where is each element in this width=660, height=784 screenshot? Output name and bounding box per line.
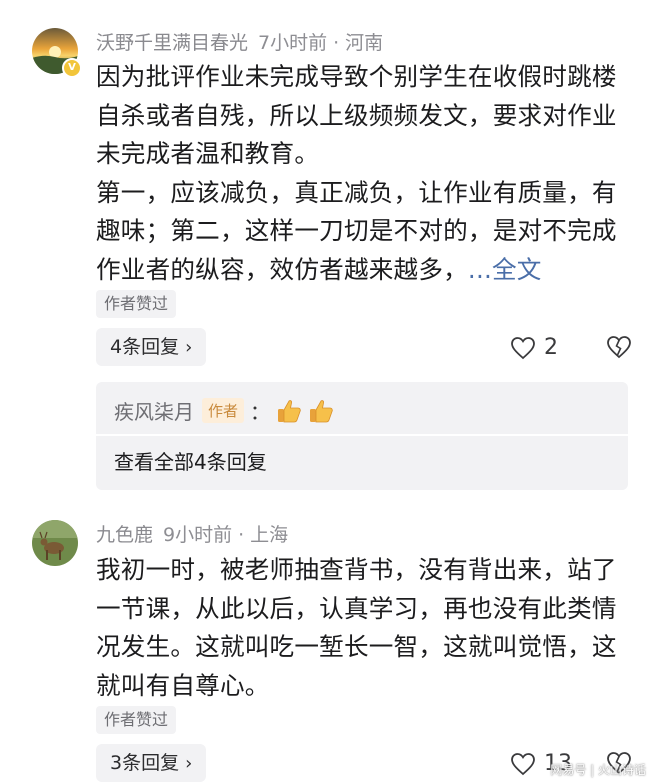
avatar[interactable] — [32, 520, 78, 566]
reply-count-label: 3条回复 — [110, 752, 180, 774]
reply-preview-box[interactable]: 疾风柒月 作者 ： 查看全部4条回复 — [96, 382, 628, 490]
replies-button[interactable]: 4条回复 › — [96, 328, 207, 366]
like-count: 2 — [544, 335, 558, 360]
reply-preview-line: 疾风柒月 作者 ： — [114, 396, 340, 425]
separator-dot: · — [238, 524, 245, 546]
comment-text[interactable]: 因为批评作业未完成导致个别学生在收假时跳楼自杀或者自残，所以上级频频发文，要求对… — [96, 58, 636, 289]
comment-meta: 沃野千里满目春光 7小时前 · 河南 — [96, 28, 383, 55]
watermark: 网易号 | 火山诗话 — [550, 763, 646, 777]
see-all-replies-link[interactable]: 查看全部4条回复 — [114, 446, 267, 475]
timestamp: 9小时前 — [163, 524, 233, 546]
heart-outline-icon — [511, 336, 535, 359]
comment-meta: 九色鹿 9小时前 · 上海 — [96, 520, 288, 547]
paragraph: 因为批评作业未完成导致个别学生在收假时跳楼自杀或者自残，所以上级频频发文，要求对… — [96, 62, 617, 168]
paragraph: 第一，应该减负，真正减负，让作业有质量，有趣味；第二，这样一刀切是不对的，是对不… — [96, 177, 617, 284]
comment-2: 九色鹿 9小时前 · 上海 我初一时，被老师抽查背书，没有背出来，站了一节课，从此以后… — [0, 500, 660, 784]
heart-outline-icon — [511, 752, 535, 775]
thumbs-up-emoji — [308, 398, 334, 424]
separator-dot: · — [333, 32, 340, 54]
chevron-right-icon: › — [185, 337, 193, 358]
comment-text[interactable]: 我初一时，被老师抽查背书，没有背出来，站了一节课，从此以后，认真学习，再也没有此… — [96, 551, 636, 705]
verified-badge: V — [62, 58, 82, 78]
expand-full-text-link[interactable]: ...全文 — [468, 255, 542, 284]
deer-avatar-image — [32, 520, 78, 566]
chevron-right-icon: › — [185, 753, 193, 774]
replies-button[interactable]: 3条回复 › — [96, 744, 207, 782]
reply-user-name[interactable]: 疾风柒月 — [114, 396, 194, 425]
user-name[interactable]: 九色鹿 — [96, 524, 153, 546]
paragraph: 我初一时，被老师抽查背书，没有背出来，站了一节课，从此以后，认真学习，再也没有此… — [96, 555, 617, 700]
colon: ： — [250, 400, 271, 424]
author-tag: 作者 — [202, 398, 245, 423]
author-liked-tag: 作者赞过 — [96, 290, 177, 318]
dislike-button[interactable] — [606, 335, 632, 359]
timestamp: 7小时前 — [258, 32, 328, 54]
reply-count-label: 4条回复 — [110, 336, 180, 358]
like-button[interactable]: 2 — [510, 335, 558, 360]
divider — [96, 434, 628, 436]
location: 河南 — [345, 32, 384, 54]
author-liked-tag: 作者赞过 — [96, 706, 177, 734]
thumbs-up-emoji — [276, 398, 302, 424]
comment-1: V 沃野千里满目春光 7小时前 · 河南 因为批评作业未完成导致个别学生在收假时跳楼自… — [0, 0, 660, 500]
broken-heart-icon — [607, 336, 631, 359]
user-name[interactable]: 沃野千里满目春光 — [96, 32, 248, 54]
location: 上海 — [250, 524, 289, 546]
